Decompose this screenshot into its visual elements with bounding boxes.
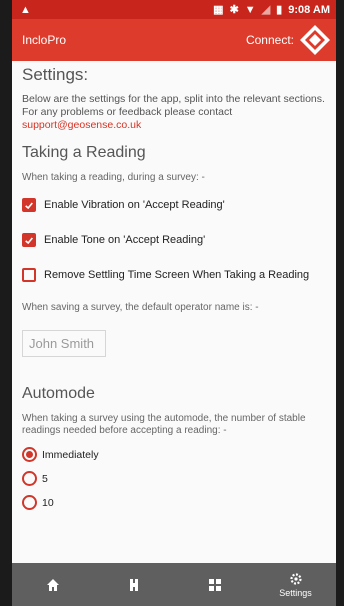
page-title: Settings: [22,65,89,84]
device-frame-right [336,0,344,606]
settling-checkbox[interactable] [22,268,36,282]
app-bar: IncloPro Connect: [12,19,336,61]
radio-10[interactable]: 10 [22,495,326,510]
radio-label: 10 [42,496,54,509]
nav-home[interactable] [23,563,83,606]
radio-5[interactable]: 5 [22,471,326,486]
settling-label: Remove Settling Time Screen When Taking … [44,269,310,281]
tone-label: Enable Tone on 'Accept Reading' [44,234,206,246]
status-bar: ▲ ▦ ✱ ▼ ◢ ▮ 9:08 AM [12,0,336,19]
tone-checkbox[interactable] [22,233,36,247]
connect-button[interactable]: Connect: [246,23,332,57]
support-email-link[interactable]: support@geosense.co.uk [22,119,141,131]
section-title-reading: Taking a Reading [22,144,146,161]
warning-icon: ▲ [20,3,31,16]
battery-icon: ▮ [276,4,283,16]
vibration-checkbox-row[interactable]: Enable Vibration on 'Accept Reading' [22,198,326,212]
signal-icon: ◢ [261,4,271,16]
home-icon [46,578,59,591]
grid-icon [208,578,221,591]
operator-hint: When saving a survey, the default operat… [22,302,259,313]
status-icons: ▦ ✱ ▼ ◢ ▮ 9:08 AM [213,3,330,17]
settling-checkbox-row[interactable]: Remove Settling Time Screen When Taking … [22,268,326,282]
connect-diamond-icon [300,25,330,55]
connect-label: Connect: [245,33,294,47]
intro-text: Below are the settings for the app, spli… [22,93,325,118]
nav-settings-label: Settings [279,587,312,598]
nav-surveys[interactable] [185,563,245,606]
probe-icon [129,578,138,591]
gear-icon [289,572,302,585]
radio-button[interactable] [22,495,37,510]
status-time: 9:08 AM [288,3,330,16]
vibration-checkbox[interactable] [22,198,36,212]
reading-hint: When taking a reading, during a survey: … [22,172,205,183]
bluetooth-icon: ✱ [229,4,239,16]
nav-probe[interactable] [104,563,164,606]
tone-checkbox-row[interactable]: Enable Tone on 'Accept Reading' [22,233,326,247]
radio-button[interactable] [22,471,37,486]
radio-label: Immediately [42,448,99,461]
nav-settings[interactable]: Settings [266,563,326,606]
settings-content: Settings: Below are the settings for the… [12,61,336,563]
vibration-label: Enable Vibration on 'Accept Reading' [44,199,225,211]
settings-intro: Below are the settings for the app, spli… [22,93,326,132]
app-title: IncloPro [22,33,67,47]
radio-immediately[interactable]: Immediately [22,447,326,462]
bottom-nav: Settings [12,563,336,606]
section-title-automode: Automode [22,385,95,402]
wifi-icon: ▼ [244,3,256,16]
automode-hint: When taking a survey using the automode,… [22,413,306,436]
radio-label: 5 [42,472,48,485]
nfc-icon: ▦ [213,4,224,16]
device-frame-left [0,0,12,606]
operator-name-input[interactable] [22,330,106,357]
app-screen: ▲ ▦ ✱ ▼ ◢ ▮ 9:08 AM IncloPro Connect: Se… [12,0,336,606]
radio-button[interactable] [22,447,37,462]
